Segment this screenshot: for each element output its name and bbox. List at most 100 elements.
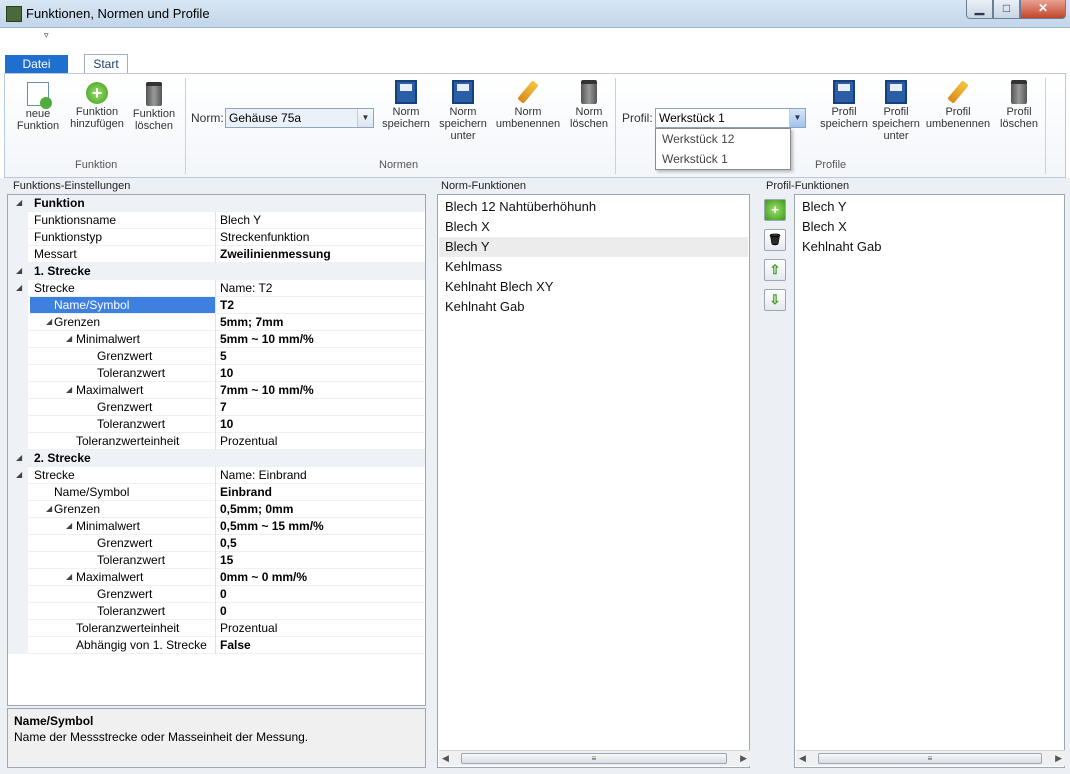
property-row[interactable]: Grenzwert 7 (8, 399, 425, 416)
property-value[interactable]: 0,5 (220, 536, 237, 550)
property-row[interactable]: Messart Zweilinienmessung (8, 246, 425, 263)
horizontal-scrollbar[interactable]: ◀ ≡ ▶ (439, 750, 750, 766)
chevron-down-icon[interactable]: ▼ (789, 109, 805, 127)
property-row[interactable]: ◢ Grenzen 0,5mm; 0mm (8, 501, 425, 518)
property-row[interactable]: Grenzwert 0 (8, 586, 425, 603)
property-category[interactable]: ◢ 2. Strecke (8, 450, 425, 467)
property-value[interactable]: 5 (220, 349, 227, 363)
property-row[interactable]: Toleranzwert 10 (8, 416, 425, 433)
profil-list-item[interactable]: Kehlnaht Gab (796, 237, 1063, 257)
property-row[interactable]: Name/Symbol Einbrand (8, 484, 425, 501)
profil-list-item[interactable]: Blech Y (796, 197, 1063, 217)
property-value[interactable]: False (220, 638, 251, 652)
property-value[interactable]: 0mm ~ 0 mm/% (220, 570, 307, 584)
dropdown-option[interactable]: Werkstück 12 (656, 129, 790, 149)
expand-collapse-icon[interactable]: ◢ (66, 521, 72, 530)
property-row[interactable]: ◢ Grenzen 5mm; 7mm (8, 314, 425, 331)
remove-from-profile-button[interactable]: 🗑 (764, 229, 786, 251)
norm-list-item[interactable]: Kehlnaht Gab (439, 297, 748, 317)
property-row[interactable]: ◢ Minimalwert 0,5mm ~ 15 mm/% (8, 518, 425, 535)
property-value[interactable]: 0 (220, 604, 227, 618)
norm-list-item[interactable]: Kehlnaht Blech XY (439, 277, 748, 297)
property-value[interactable]: Streckenfunktion (220, 230, 309, 244)
tab-start[interactable]: Start (84, 54, 128, 74)
property-value[interactable]: 10 (220, 417, 233, 431)
property-row[interactable]: Abhängig von 1. Strecke False (8, 637, 425, 654)
funktion-loeschen-button[interactable]: Funktion löschen (129, 82, 179, 132)
property-row[interactable]: Funktionstyp Streckenfunktion (8, 229, 425, 246)
property-row[interactable]: Grenzwert 5 (8, 348, 425, 365)
expand-collapse-icon[interactable]: ◢ (16, 453, 22, 462)
profil-loeschen-button[interactable]: Profil löschen (995, 80, 1043, 130)
funktion-hinzufuegen-button[interactable]: + Funktion hinzufügen (69, 82, 125, 130)
property-value[interactable]: Name: T2 (220, 281, 272, 295)
scrollbar-thumb[interactable]: ≡ (461, 753, 727, 764)
property-category[interactable]: ◢ Funktion (8, 195, 425, 212)
close-button[interactable]: ✕ (1020, 0, 1066, 19)
property-row[interactable]: Toleranzwerteinheit Prozentual (8, 620, 425, 637)
property-value[interactable]: Einbrand (220, 485, 272, 499)
property-value[interactable]: Blech Y (220, 213, 261, 227)
property-row[interactable]: ◢ Strecke Name: Einbrand (8, 467, 425, 484)
norm-select[interactable]: Gehäuse 75a ▼ (225, 108, 374, 128)
dropdown-option[interactable]: Werkstück 1 (656, 149, 790, 169)
property-value[interactable]: Zweilinienmessung (220, 247, 331, 261)
property-value[interactable]: 5mm ~ 10 mm/% (220, 332, 314, 346)
expand-collapse-icon[interactable]: ◢ (16, 198, 22, 207)
quick-access-toolbar-chevron-icon[interactable]: ▿ (44, 30, 49, 41)
property-row[interactable]: ◢ Maximalwert 7mm ~ 10 mm/% (8, 382, 425, 399)
property-value[interactable]: 0,5mm ~ 15 mm/% (220, 519, 324, 533)
profil-speichern-button[interactable]: Profil speichern (819, 80, 869, 130)
horizontal-scrollbar[interactable]: ◀ ≡ ▶ (796, 750, 1065, 766)
move-down-button[interactable]: ⇩ (764, 289, 786, 311)
norm-umbenennen-button[interactable]: Norm umbenennen (495, 80, 561, 130)
add-to-profile-button[interactable]: + (764, 199, 786, 221)
scroll-left-icon[interactable]: ◀ (442, 753, 449, 764)
expand-collapse-icon[interactable]: ◢ (66, 334, 72, 343)
expand-collapse-icon[interactable]: ◢ (66, 572, 72, 581)
expand-collapse-icon[interactable]: ◢ (46, 504, 52, 513)
property-value[interactable]: 7 (220, 400, 227, 414)
property-row[interactable]: ◢ Minimalwert 5mm ~ 10 mm/% (8, 331, 425, 348)
scroll-right-icon[interactable]: ▶ (740, 753, 747, 764)
expand-collapse-icon[interactable]: ◢ (46, 317, 52, 326)
norm-list-item[interactable]: Blech X (439, 217, 748, 237)
expand-collapse-icon[interactable]: ◢ (16, 470, 22, 479)
property-value[interactable]: 15 (220, 553, 233, 567)
profil-list-item[interactable]: Blech X (796, 217, 1063, 237)
property-value[interactable]: 0 (220, 587, 227, 601)
scroll-right-icon[interactable]: ▶ (1055, 753, 1062, 764)
property-value[interactable]: Name: Einbrand (220, 468, 307, 482)
property-value[interactable]: 10 (220, 366, 233, 380)
expand-collapse-icon[interactable]: ◢ (16, 266, 22, 275)
property-row[interactable]: Toleranzwerteinheit Prozentual (8, 433, 425, 450)
property-value[interactable]: 5mm; 7mm (220, 315, 283, 329)
profil-speichern-unter-button[interactable]: Profil speichern unter (871, 80, 921, 142)
tab-datei[interactable]: Datei (5, 55, 68, 73)
property-value[interactable]: Prozentual (220, 434, 277, 448)
property-value[interactable]: 7mm ~ 10 mm/% (220, 383, 314, 397)
maximize-button[interactable]: □ (993, 0, 1020, 19)
property-row[interactable]: ◢ Maximalwert 0mm ~ 0 mm/% (8, 569, 425, 586)
norm-speichern-unter-button[interactable]: Norm speichern unter (437, 80, 489, 142)
norm-list-item[interactable]: Blech 12 Nahtüberhöhunh (439, 197, 748, 217)
chevron-down-icon[interactable]: ▼ (357, 109, 373, 127)
property-value[interactable]: T2 (220, 298, 234, 312)
scroll-left-icon[interactable]: ◀ (799, 753, 806, 764)
property-row[interactable]: Toleranzwert 10 (8, 365, 425, 382)
minimize-button[interactable]: ▁ (966, 0, 993, 19)
norm-list-item[interactable]: Kehlmass (439, 257, 748, 277)
norm-speichern-button[interactable]: Norm speichern (379, 80, 433, 130)
scrollbar-thumb[interactable]: ≡ (818, 753, 1042, 764)
property-value[interactable]: Prozentual (220, 621, 277, 635)
expand-collapse-icon[interactable]: ◢ (16, 283, 22, 292)
property-value[interactable]: 0,5mm; 0mm (220, 502, 293, 516)
norm-loeschen-button[interactable]: Norm löschen (567, 80, 611, 130)
property-row[interactable]: Name/Symbol T2 (8, 297, 425, 314)
norm-list-item[interactable]: Blech Y (439, 237, 748, 257)
move-up-button[interactable]: ⇧ (764, 259, 786, 281)
property-category[interactable]: ◢ 1. Strecke (8, 263, 425, 280)
property-row[interactable]: ◢ Strecke Name: T2 (8, 280, 425, 297)
property-row[interactable]: Grenzwert 0,5 (8, 535, 425, 552)
neue-funktion-button[interactable]: neue Funktion (13, 82, 63, 132)
